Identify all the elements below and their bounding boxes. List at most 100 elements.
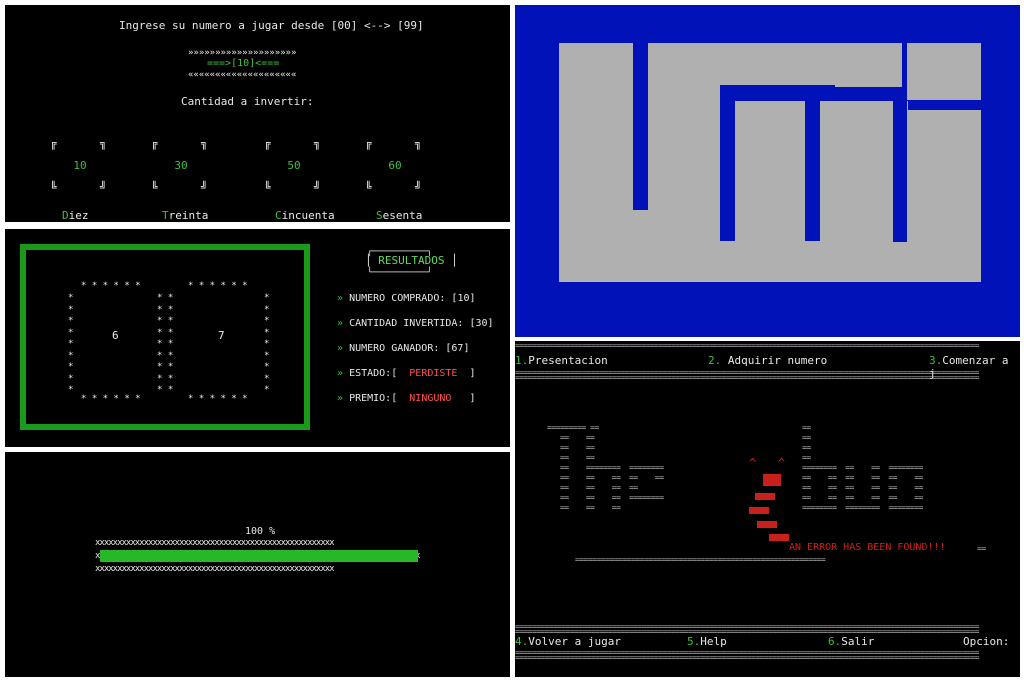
- corner-top-right: ╗: [201, 137, 208, 150]
- logo-notch: [820, 85, 835, 101]
- corner-top-left: ╔: [365, 137, 372, 150]
- progress-border-top: xxxxxxxxxxxxxxxxxxxxxxxxxxxxxxxxxxxxxxxx…: [95, 538, 335, 548]
- option-value: 30: [174, 159, 188, 172]
- label-rest: reinta: [168, 209, 209, 222]
- menu-label: Presentacion: [528, 354, 608, 367]
- label-rest: esenta: [382, 209, 423, 222]
- label-rest: iez: [68, 209, 89, 222]
- stars-right: * * * * * * * * *: [264, 293, 270, 395]
- corner-bottom-right: ╝: [100, 181, 107, 194]
- stars-bottom: * * * * * *: [188, 394, 248, 404]
- hotkey: T: [162, 209, 169, 222]
- menu-num: 5.: [687, 635, 701, 648]
- bullet: »: [337, 343, 344, 354]
- corner-bottom-left: ╚: [264, 181, 271, 194]
- menu-item-help[interactable]: 5.Help: [687, 635, 727, 648]
- ascii-art-tail: ==: [977, 544, 986, 553]
- menu-label: Help: [700, 635, 727, 648]
- corner-top-right: ╗: [100, 137, 107, 150]
- menu-item-salir[interactable]: 6.Salir: [828, 635, 874, 648]
- amount-prompt: Cantidad a invertir:: [181, 95, 314, 108]
- option-label-cincuenta[interactable]: Cincuenta: [275, 209, 335, 222]
- estado-value: PERDISTE: [409, 368, 458, 379]
- separator-line: ========================================…: [515, 373, 979, 382]
- premio-label: PREMIO:[: [349, 393, 398, 404]
- close-bracket: ]: [469, 368, 476, 379]
- bug-segment: [755, 493, 775, 500]
- arrows-bottom: ««««««««««««««««««««: [188, 70, 297, 80]
- menu-num: 2.: [708, 354, 722, 367]
- separator-line: ========================================…: [515, 341, 979, 350]
- menu-item-adquirir[interactable]: 2. Adquirir numero: [708, 354, 827, 367]
- bullet: »: [337, 393, 344, 404]
- option-label-diez[interactable]: Diez: [62, 209, 89, 222]
- logo-left-bar: [559, 43, 633, 282]
- bet-screen-panel: Ingrese su numero a jugar desde [00] <--…: [5, 5, 510, 222]
- hotkey: S: [376, 209, 383, 222]
- option-label-treinta[interactable]: Treinta: [162, 209, 208, 222]
- row-label: CANTIDAD INVERTIDA:: [349, 318, 470, 329]
- logo-panel: [515, 5, 1020, 337]
- corner-top-left: ╔: [264, 137, 271, 150]
- result-row-premio: » PREMIO:[ NINGUNO ]: [337, 393, 476, 405]
- menu-label: Salir: [841, 635, 875, 648]
- corner-top-left: ╔: [151, 137, 158, 150]
- stars-top: * * * * * *: [81, 281, 141, 291]
- progress-border-left: x: [95, 551, 101, 561]
- results-title-box: │ RESULTADOS │: [365, 254, 458, 267]
- stars-bottom: * * * * * *: [81, 394, 141, 404]
- row-label: NUMERO COMPRADO:: [349, 293, 452, 304]
- logo-right-gap: [893, 101, 907, 242]
- menu-num: 1.: [515, 354, 529, 367]
- row-value: [30]: [469, 318, 494, 329]
- menu-num: 4.: [515, 635, 529, 648]
- hotkey: C: [275, 209, 282, 222]
- label-rest: incuenta: [281, 209, 335, 222]
- number-prompt: Ingrese su numero a jugar desde [00] <--…: [119, 19, 424, 32]
- estado-label: ESTADO:[: [349, 368, 398, 379]
- separator-line: ========================================…: [515, 653, 979, 662]
- bug-segment: [757, 521, 777, 528]
- corner-bottom-right: ╝: [201, 181, 208, 194]
- menu-label: Adquirir numero: [721, 354, 828, 367]
- left-digit: 6: [112, 329, 119, 342]
- bullet: »: [337, 293, 344, 304]
- bug-segment: [769, 534, 789, 541]
- results-panel: * * * * * * * * * * * * * * * * * * * * * * * * *…: [5, 229, 510, 447]
- corner-bottom-right: ╝: [415, 181, 422, 194]
- option-value: 50: [287, 159, 301, 172]
- corner-bottom-left: ╚: [151, 181, 158, 194]
- menu-num: 6.: [828, 635, 842, 648]
- right-digit: 7: [218, 329, 225, 342]
- option-prompt[interactable]: Opcion:: [963, 635, 1009, 648]
- premio-value: NINGUNO: [409, 393, 452, 404]
- error-message: AN ERROR HAS BEEN FOUND!!!: [789, 542, 946, 553]
- result-row-comprado: » NUMERO COMPRADO: [10]: [337, 293, 476, 305]
- logo-dot: [907, 43, 981, 100]
- row-value: [10]: [451, 293, 476, 304]
- menu-item-volver[interactable]: 4.Volver a jugar: [515, 635, 621, 648]
- error-panel: ========================================…: [515, 341, 1020, 677]
- corner-top-right: ╗: [314, 137, 321, 150]
- row-value: [67]: [445, 343, 470, 354]
- bug-antennae: ^ ^: [749, 456, 786, 470]
- ascii-art-left: ========= == == == == == == == == ======…: [547, 423, 664, 512]
- option-value: 60: [388, 159, 402, 172]
- option-label-sesenta[interactable]: Sesenta: [376, 209, 422, 222]
- hotkey: D: [62, 209, 69, 222]
- results-title: RESULTADOS: [378, 254, 445, 267]
- percent-text: 100 %: [245, 526, 276, 537]
- logo-inner-bar: [735, 101, 805, 241]
- stars-left: * * * * * * * * *: [68, 293, 74, 395]
- row-label: NUMERO GANADOR:: [349, 343, 446, 354]
- ascii-art-underline: ========================================…: [575, 555, 826, 564]
- title-box-bottom: └──────────┘: [367, 268, 433, 278]
- option-value: 10: [73, 159, 87, 172]
- ascii-art-right: == == == == ======== == == ======== == =…: [802, 423, 923, 512]
- result-row-estado: » ESTADO:[ PERDISTE ]: [337, 368, 476, 380]
- result-row-ganador: » NUMERO GANADOR: [67]: [337, 343, 469, 355]
- menu-item-presentacion[interactable]: 1.Presentacion: [515, 354, 608, 367]
- logo-gap-left: [633, 43, 648, 210]
- progress-bar: [100, 550, 418, 562]
- progress-fill: [100, 550, 418, 562]
